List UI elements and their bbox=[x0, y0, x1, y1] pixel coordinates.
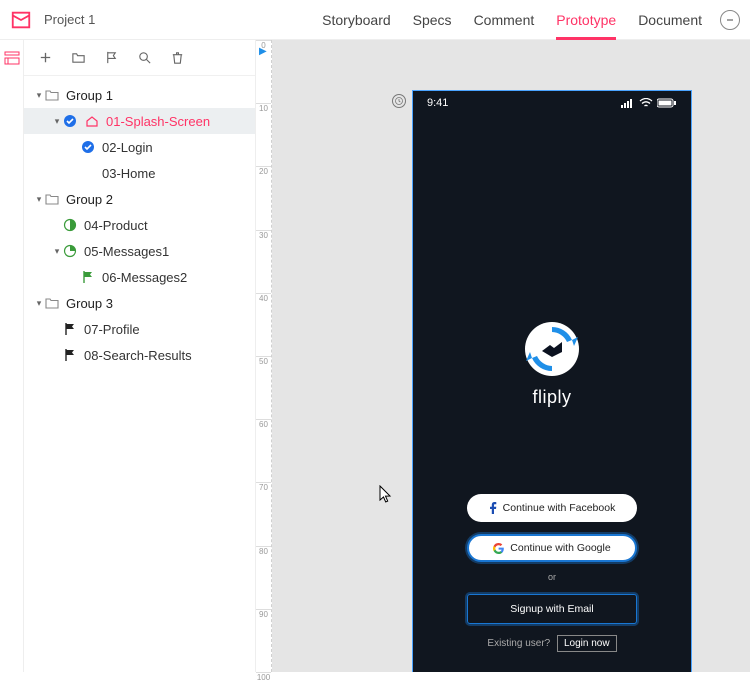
check-blue-icon bbox=[80, 140, 96, 154]
existing-user-text: Existing user? bbox=[487, 638, 550, 649]
cursor-icon bbox=[379, 485, 393, 503]
signup-email-label: Signup with Email bbox=[510, 603, 593, 615]
caret-icon[interactable]: ▾ bbox=[34, 194, 44, 205]
signal-icon bbox=[621, 98, 635, 108]
tree-label: Group 2 bbox=[66, 192, 113, 207]
clock-icon bbox=[392, 94, 406, 108]
status-time: 9:41 bbox=[427, 97, 621, 109]
continue-google-button[interactable]: Continue with Google bbox=[467, 534, 637, 562]
project-title: Project 1 bbox=[44, 12, 95, 27]
ruler-tick: 30 bbox=[256, 230, 271, 240]
minus-icon bbox=[725, 15, 735, 25]
tree-label: 01-Splash-Screen bbox=[106, 114, 210, 129]
app-logo-icon bbox=[10, 9, 32, 31]
tab-storyboard[interactable]: Storyboard bbox=[322, 2, 390, 38]
or-divider: or bbox=[413, 572, 691, 582]
tree-group-group-2[interactable]: ▾ Group 2 bbox=[24, 186, 255, 212]
ruler-tick: 40 bbox=[256, 293, 271, 303]
ruler-tick: 50 bbox=[256, 356, 271, 366]
trash-icon[interactable] bbox=[170, 50, 185, 65]
tree-item-07-profile[interactable]: 07-Profile bbox=[24, 316, 255, 342]
panel-toggle-icon[interactable] bbox=[4, 50, 20, 66]
flag-green-icon bbox=[80, 270, 96, 284]
ruler-tick: 10 bbox=[256, 103, 271, 113]
tree-group-group-1[interactable]: ▾ Group 1 bbox=[24, 82, 255, 108]
preview-device: 9:41 fliply bbox=[412, 90, 692, 672]
ruler-tick: 80 bbox=[256, 546, 271, 556]
tree-label: 08-Search-Results bbox=[84, 348, 192, 363]
ruler-tick: 20 bbox=[256, 166, 271, 176]
tree-label: 07-Profile bbox=[84, 322, 140, 337]
continue-facebook-button[interactable]: Continue with Facebook bbox=[467, 494, 637, 522]
brand-logo-icon bbox=[524, 321, 580, 377]
flag-icon[interactable] bbox=[104, 50, 119, 65]
tree-label: 05-Messages1 bbox=[84, 244, 169, 259]
tree-label: 04-Product bbox=[84, 218, 148, 233]
caret-icon[interactable]: ▾ bbox=[34, 90, 44, 101]
flag-black-icon bbox=[62, 348, 78, 362]
folder-open-icon bbox=[44, 296, 60, 310]
quarter-circle-green-icon bbox=[62, 244, 78, 258]
tree-group-group-3[interactable]: ▾ Group 3 bbox=[24, 290, 255, 316]
folder-icon[interactable] bbox=[71, 50, 86, 65]
tree-item-04-product[interactable]: 04-Product bbox=[24, 212, 255, 238]
ruler-tick: 100 bbox=[256, 672, 271, 682]
tree-item-05-messages1[interactable]: ▾ 05-Messages1 bbox=[24, 238, 255, 264]
login-now-link[interactable]: Login now bbox=[557, 635, 617, 652]
tree-label: 06-Messages2 bbox=[102, 270, 187, 285]
caret-icon[interactable]: ▾ bbox=[52, 246, 62, 257]
check-blue-icon bbox=[62, 114, 78, 128]
google-icon bbox=[493, 543, 504, 554]
home-icon bbox=[84, 114, 100, 128]
battery-icon bbox=[657, 98, 677, 108]
flag-black-icon bbox=[62, 322, 78, 336]
signup-email-button[interactable]: Signup with Email bbox=[467, 594, 637, 624]
tab-specs[interactable]: Specs bbox=[413, 2, 452, 38]
half-circle-green-icon bbox=[62, 218, 78, 232]
caret-icon[interactable]: ▾ bbox=[34, 298, 44, 309]
tree-label: 02-Login bbox=[102, 140, 153, 155]
tree-item-01-splash-screen[interactable]: ▾ 01-Splash-Screen bbox=[24, 108, 255, 134]
tree-item-06-messages2[interactable]: 06-Messages2 bbox=[24, 264, 255, 290]
tab-document[interactable]: Document bbox=[638, 2, 702, 38]
tab-comment[interactable]: Comment bbox=[474, 2, 535, 38]
caret-icon[interactable]: ▾ bbox=[52, 116, 62, 127]
ruler-tick: 70 bbox=[256, 482, 271, 492]
ruler-marker-icon[interactable]: ▶ bbox=[259, 46, 267, 57]
continue-google-label: Continue with Google bbox=[510, 542, 610, 554]
tree-label: Group 1 bbox=[66, 88, 113, 103]
search-icon[interactable] bbox=[137, 50, 152, 65]
more-button[interactable] bbox=[720, 10, 740, 30]
tree-item-03-home[interactable]: 03-Home bbox=[24, 160, 255, 186]
tree-item-02-login[interactable]: 02-Login bbox=[24, 134, 255, 160]
tree-item-08-search-results[interactable]: 08-Search-Results bbox=[24, 342, 255, 368]
tree-label: 03-Home bbox=[102, 166, 155, 181]
ruler-tick: 90 bbox=[256, 609, 271, 619]
folder-open-icon bbox=[44, 192, 60, 206]
add-icon[interactable] bbox=[38, 50, 53, 65]
tab-prototype[interactable]: Prototype bbox=[556, 2, 616, 38]
wifi-icon bbox=[639, 98, 653, 108]
facebook-icon bbox=[489, 502, 497, 514]
tree-label: Group 3 bbox=[66, 296, 113, 311]
folder-open-icon bbox=[44, 88, 60, 102]
ruler-tick: 60 bbox=[256, 419, 271, 429]
brand-name: fliply bbox=[413, 387, 691, 408]
continue-facebook-label: Continue with Facebook bbox=[503, 502, 616, 514]
